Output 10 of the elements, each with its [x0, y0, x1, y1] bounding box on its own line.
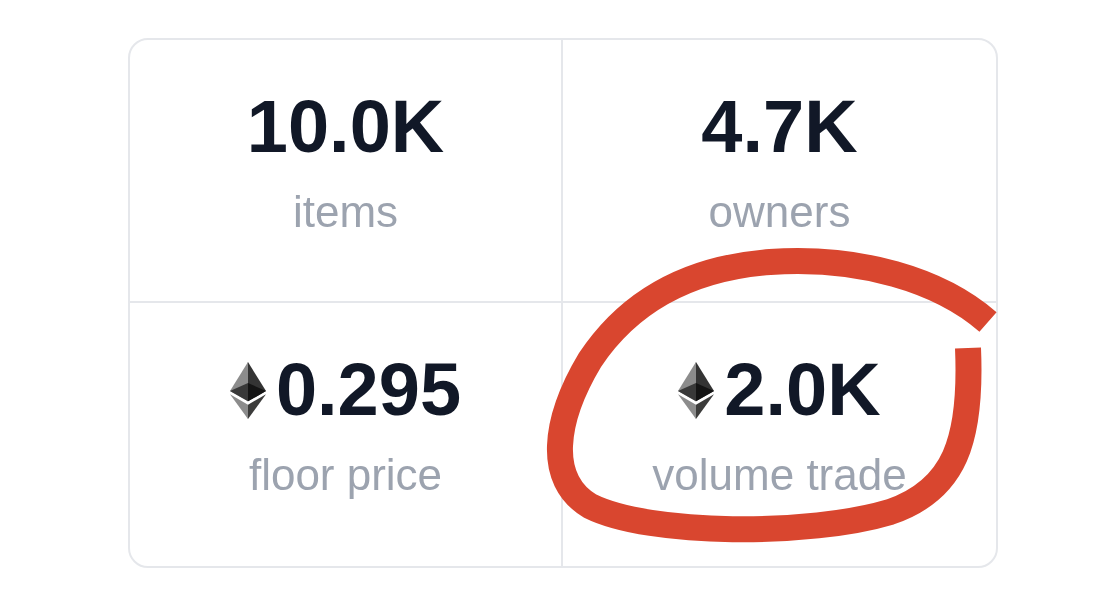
stat-label: owners	[708, 190, 851, 234]
eth-icon	[229, 361, 266, 419]
stat-value: 10.0K	[246, 90, 445, 164]
stat-label: items	[292, 190, 399, 234]
stat-value: 2.0K	[724, 353, 881, 427]
stat-value: 4.7K	[701, 90, 858, 164]
stat-label: volume trade	[652, 453, 907, 497]
stat-value: 0.295	[275, 353, 462, 427]
eth-icon	[678, 361, 715, 419]
stat-label: floor price	[248, 453, 443, 497]
